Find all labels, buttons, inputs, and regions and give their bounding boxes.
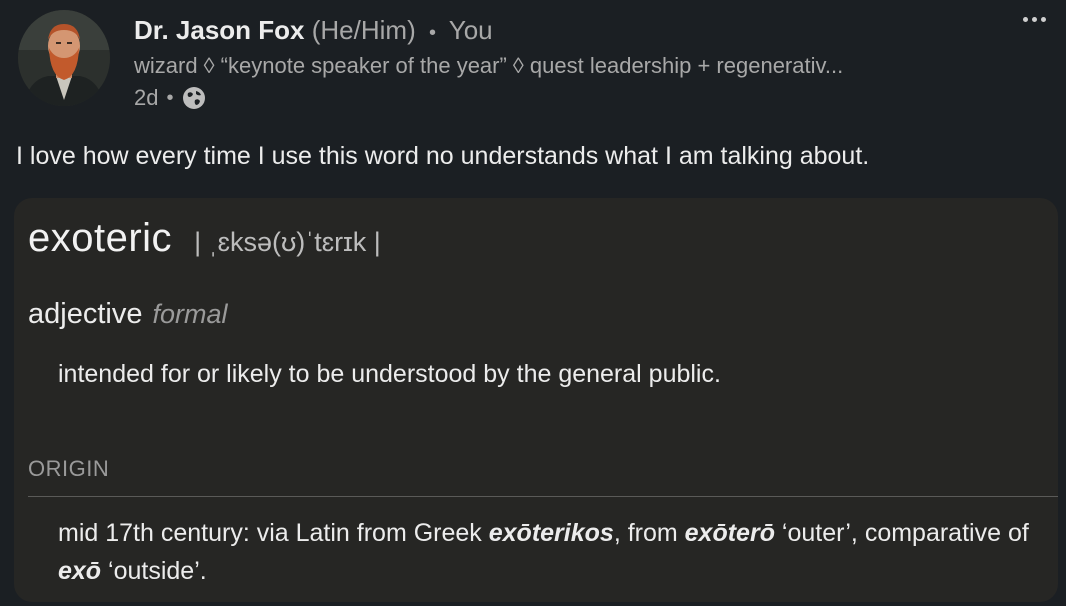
etymology-term: exōterikos bbox=[488, 519, 614, 547]
definition: intended for or likely to be understood … bbox=[58, 360, 721, 388]
post-text: I love how every time I use this word no… bbox=[16, 142, 870, 170]
author-pronouns: (He/Him) bbox=[311, 15, 416, 45]
part-of-speech-row: adjective formal bbox=[28, 298, 227, 331]
separator-dot: • bbox=[428, 22, 436, 44]
register-label: formal bbox=[152, 299, 228, 329]
etymology-text: , from bbox=[613, 519, 685, 547]
headword-row: exoteric | ˌɛksə(ʊ)ˈtɛrɪk | bbox=[28, 214, 381, 262]
etymology-text: ‘outer’, comparative of bbox=[774, 519, 1029, 547]
author-headline: wizard ◊ “keynote speaker of the year” ◊… bbox=[134, 53, 844, 78]
dot-3 bbox=[1040, 16, 1046, 22]
etymology: mid 17th century: via Latin from Greek e… bbox=[58, 514, 1048, 590]
connection-degree: You bbox=[448, 15, 493, 45]
post-time[interactable]: 2d bbox=[134, 84, 158, 112]
etymology-term: exō bbox=[58, 557, 102, 585]
etymology-text: ‘outside’. bbox=[101, 557, 207, 585]
avatar[interactable] bbox=[18, 10, 110, 106]
post-meta: 2d • bbox=[134, 84, 206, 112]
headword: exoteric bbox=[28, 216, 173, 260]
origin-divider bbox=[28, 496, 1058, 497]
pronunciation: | ˌɛksə(ʊ)ˈtɛrɪk | bbox=[194, 227, 381, 257]
etymology-text: mid 17th century: via Latin from Greek bbox=[58, 519, 489, 547]
origin-label: ORIGIN bbox=[28, 456, 110, 481]
feed-post: Dr. Jason Fox (He/Him) • You wizard ◊ “k… bbox=[0, 0, 1066, 606]
author-name[interactable]: Dr. Jason Fox bbox=[134, 15, 305, 45]
more-options-icon[interactable] bbox=[1016, 4, 1052, 34]
dot-1 bbox=[1022, 16, 1028, 22]
author-line: Dr. Jason Fox (He/Him) • You bbox=[134, 14, 493, 49]
separator-dot: • bbox=[166, 87, 174, 109]
globe-icon bbox=[182, 86, 206, 110]
part-of-speech: adjective bbox=[28, 298, 143, 330]
dot-2 bbox=[1031, 16, 1037, 22]
dictionary-card: exoteric | ˌɛksə(ʊ)ˈtɛrɪk | adjective fo… bbox=[14, 198, 1058, 602]
etymology-term: exōterō bbox=[684, 519, 775, 547]
